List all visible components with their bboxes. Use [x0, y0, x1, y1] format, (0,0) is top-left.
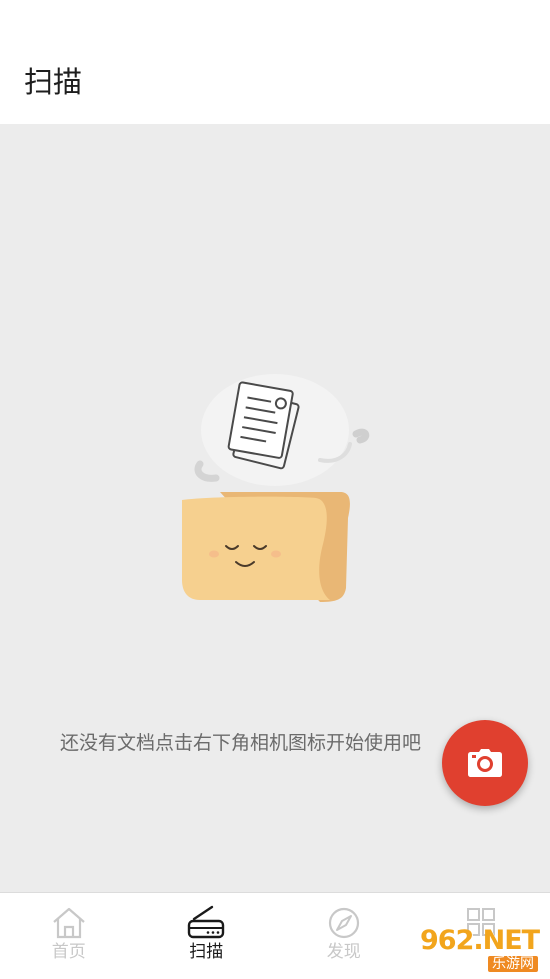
app-header: 扫描	[0, 0, 550, 124]
watermark-logo: 962.NET 乐游网	[416, 924, 546, 974]
camera-scan-button[interactable]	[442, 720, 528, 806]
nav-item-discover[interactable]: 发现	[275, 893, 413, 979]
watermark-sub: 乐游网	[488, 956, 538, 972]
nav-label-home: 首页	[51, 942, 86, 962]
nav-item-home[interactable]: 首页	[0, 893, 138, 979]
page-title: 扫描	[24, 65, 83, 99]
home-icon	[53, 907, 85, 939]
nav-label-discover: 发现	[326, 942, 361, 962]
folder-with-document-icon	[182, 374, 370, 602]
watermark-brand: 962.NET	[420, 925, 540, 956]
compass-icon	[328, 907, 359, 939]
scanner-icon	[188, 905, 225, 939]
nav-label-scan: 扫描	[189, 942, 224, 962]
camera-icon	[468, 749, 502, 777]
nav-item-scan[interactable]: 扫描	[138, 893, 276, 979]
